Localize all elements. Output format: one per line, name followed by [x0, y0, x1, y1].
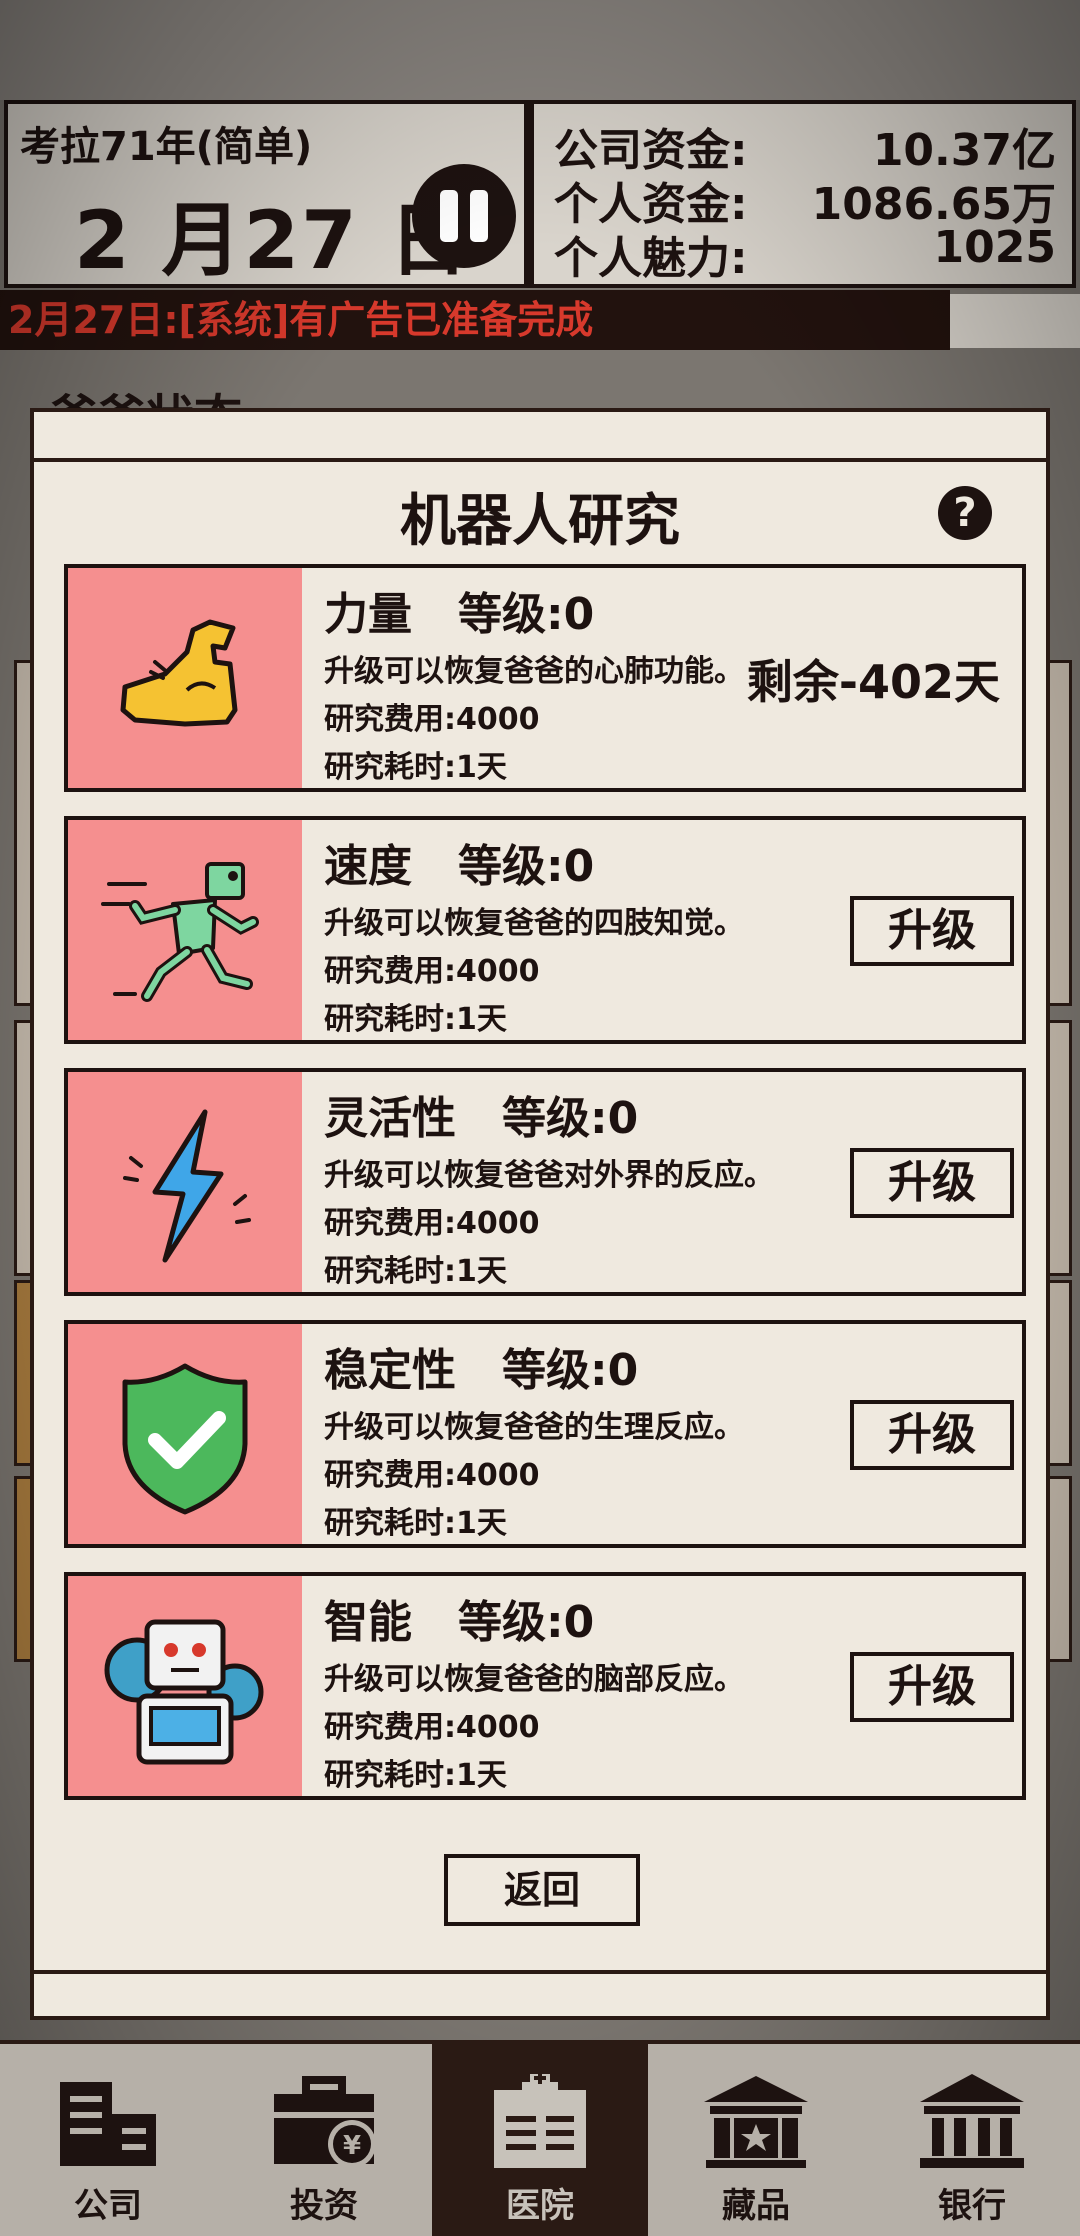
research-card-stability: 稳定性 等级:0 升级可以恢复爸爸的生理反应。 研究费用:4000 研究耗时:1… [64, 1320, 1026, 1548]
running-robot-icon [101, 862, 259, 1002]
robot-head-icon [104, 1619, 264, 1765]
card-title: 力量 等级:0 [324, 589, 595, 640]
card-cost: 研究费用:4000 [324, 1206, 540, 1241]
charm-row: 个人魅力: 1025 [554, 222, 1056, 284]
hospital-icon [494, 2072, 586, 2168]
card-description: 升级可以恢复爸爸的心肺功能。 [324, 654, 744, 689]
card-icon-area [68, 1576, 302, 1796]
nav-company[interactable]: 公司 [0, 2044, 216, 2236]
help-icon[interactable]: ? [938, 486, 992, 540]
ticker-side-panel [950, 294, 1080, 348]
card-description: 升级可以恢复爸爸的脑部反应。 [324, 1662, 744, 1697]
upgrade-button-stability[interactable]: 升级 [850, 1400, 1014, 1470]
flexed-arm-icon [120, 619, 238, 727]
nav-label: 公司 [74, 2186, 142, 2226]
research-card-speed: 速度 等级:0 升级可以恢复爸爸的四肢知觉。 研究费用:4000 研究耗时:1天… [64, 816, 1026, 1044]
nav-collection[interactable]: 藏品 [648, 2044, 864, 2236]
card-duration: 研究耗时:1天 [324, 1002, 507, 1037]
remaining-days: 剩余-402天 [746, 655, 1000, 709]
nav-label: 医院 [506, 2186, 574, 2226]
era-label: 考拉71年(简单) [20, 124, 313, 170]
card-title: 速度 等级:0 [324, 841, 595, 892]
company-funds-row: 公司资金: 10.37亿 [554, 114, 1056, 176]
card-title: 稳定性 等级:0 [324, 1345, 639, 1396]
card-cost: 研究费用:4000 [324, 1710, 540, 1745]
news-ticker[interactable]: 2月27日:[系统]有广告已准备完成 [0, 290, 950, 350]
current-date: 2 月27 日 [74, 194, 471, 287]
bank-icon [920, 2074, 1024, 2168]
card-icon-area [68, 820, 302, 1040]
card-cost: 研究费用:4000 [324, 954, 540, 989]
modal-title: 机器人研究 [400, 489, 680, 554]
charm-label: 个人魅力: [554, 233, 748, 284]
nav-label: 投资 [290, 2186, 358, 2226]
upgrade-button-agility[interactable]: 升级 [850, 1148, 1014, 1218]
nav-hospital[interactable]: 医院 [432, 2044, 648, 2236]
funds-panel: 公司资金: 10.37亿 个人资金: 1086.65万 个人魅力: 1025 [528, 100, 1076, 288]
nav-invest[interactable]: ¥ 投资 [216, 2044, 432, 2236]
card-duration: 研究耗时:1天 [324, 750, 507, 785]
nav-label: 藏品 [722, 2186, 790, 2226]
research-card-intelligence: 智能 等级:0 升级可以恢复爸爸的脑部反应。 研究费用:4000 研究耗时:1天… [64, 1572, 1026, 1800]
card-cost: 研究费用:4000 [324, 1458, 540, 1493]
card-icon-area [68, 1324, 302, 1544]
back-button[interactable]: 返回 [444, 1854, 640, 1926]
upgrade-button-intelligence[interactable]: 升级 [850, 1652, 1014, 1722]
card-icon-area [68, 1072, 302, 1292]
card-description: 升级可以恢复爸爸对外界的反应。 [324, 1158, 774, 1193]
lightning-icon [123, 1109, 251, 1263]
shield-check-icon [122, 1363, 248, 1515]
pause-button[interactable] [412, 164, 516, 268]
card-description: 升级可以恢复爸爸的生理反应。 [324, 1410, 744, 1445]
date-panel: 考拉71年(简单) 2 月27 日 [4, 100, 528, 288]
nav-label: 银行 [938, 2186, 1006, 2226]
top-strip [0, 0, 1080, 100]
bottom-nav: 公司 ¥ 投资 医院 藏品 银行 [0, 2040, 1080, 2236]
card-duration: 研究耗时:1天 [324, 1758, 507, 1793]
museum-star-icon [704, 2076, 808, 2168]
robot-research-modal: 机器人研究 ? 力量 等级:0 升级可以恢复爸爸的心肺功能。 研究费用:4000… [30, 408, 1050, 2020]
pause-icon [440, 190, 458, 242]
research-card-strength: 力量 等级:0 升级可以恢复爸爸的心肺功能。 研究费用:4000 研究耗时:1天… [64, 564, 1026, 792]
card-title: 智能 等级:0 [324, 1597, 595, 1648]
briefcase-yen-icon: ¥ [274, 2076, 376, 2168]
card-cost: 研究费用:4000 [324, 702, 540, 737]
card-duration: 研究耗时:1天 [324, 1506, 507, 1541]
nav-bank[interactable]: 银行 [864, 2044, 1080, 2236]
building-icon [60, 2082, 156, 2166]
upgrade-button-speed[interactable]: 升级 [850, 896, 1014, 966]
svg-text:¥: ¥ [343, 2131, 361, 2161]
card-description: 升级可以恢复爸爸的四肢知觉。 [324, 906, 744, 941]
card-duration: 研究耗时:1天 [324, 1254, 507, 1289]
card-title: 灵活性 等级:0 [324, 1093, 639, 1144]
charm-value: 1025 [933, 222, 1056, 273]
personal-funds-row: 个人资金: 1086.65万 [554, 168, 1056, 230]
research-card-agility: 灵活性 等级:0 升级可以恢复爸爸对外界的反应。 研究费用:4000 研究耗时:… [64, 1068, 1026, 1296]
card-icon-area [68, 568, 302, 788]
